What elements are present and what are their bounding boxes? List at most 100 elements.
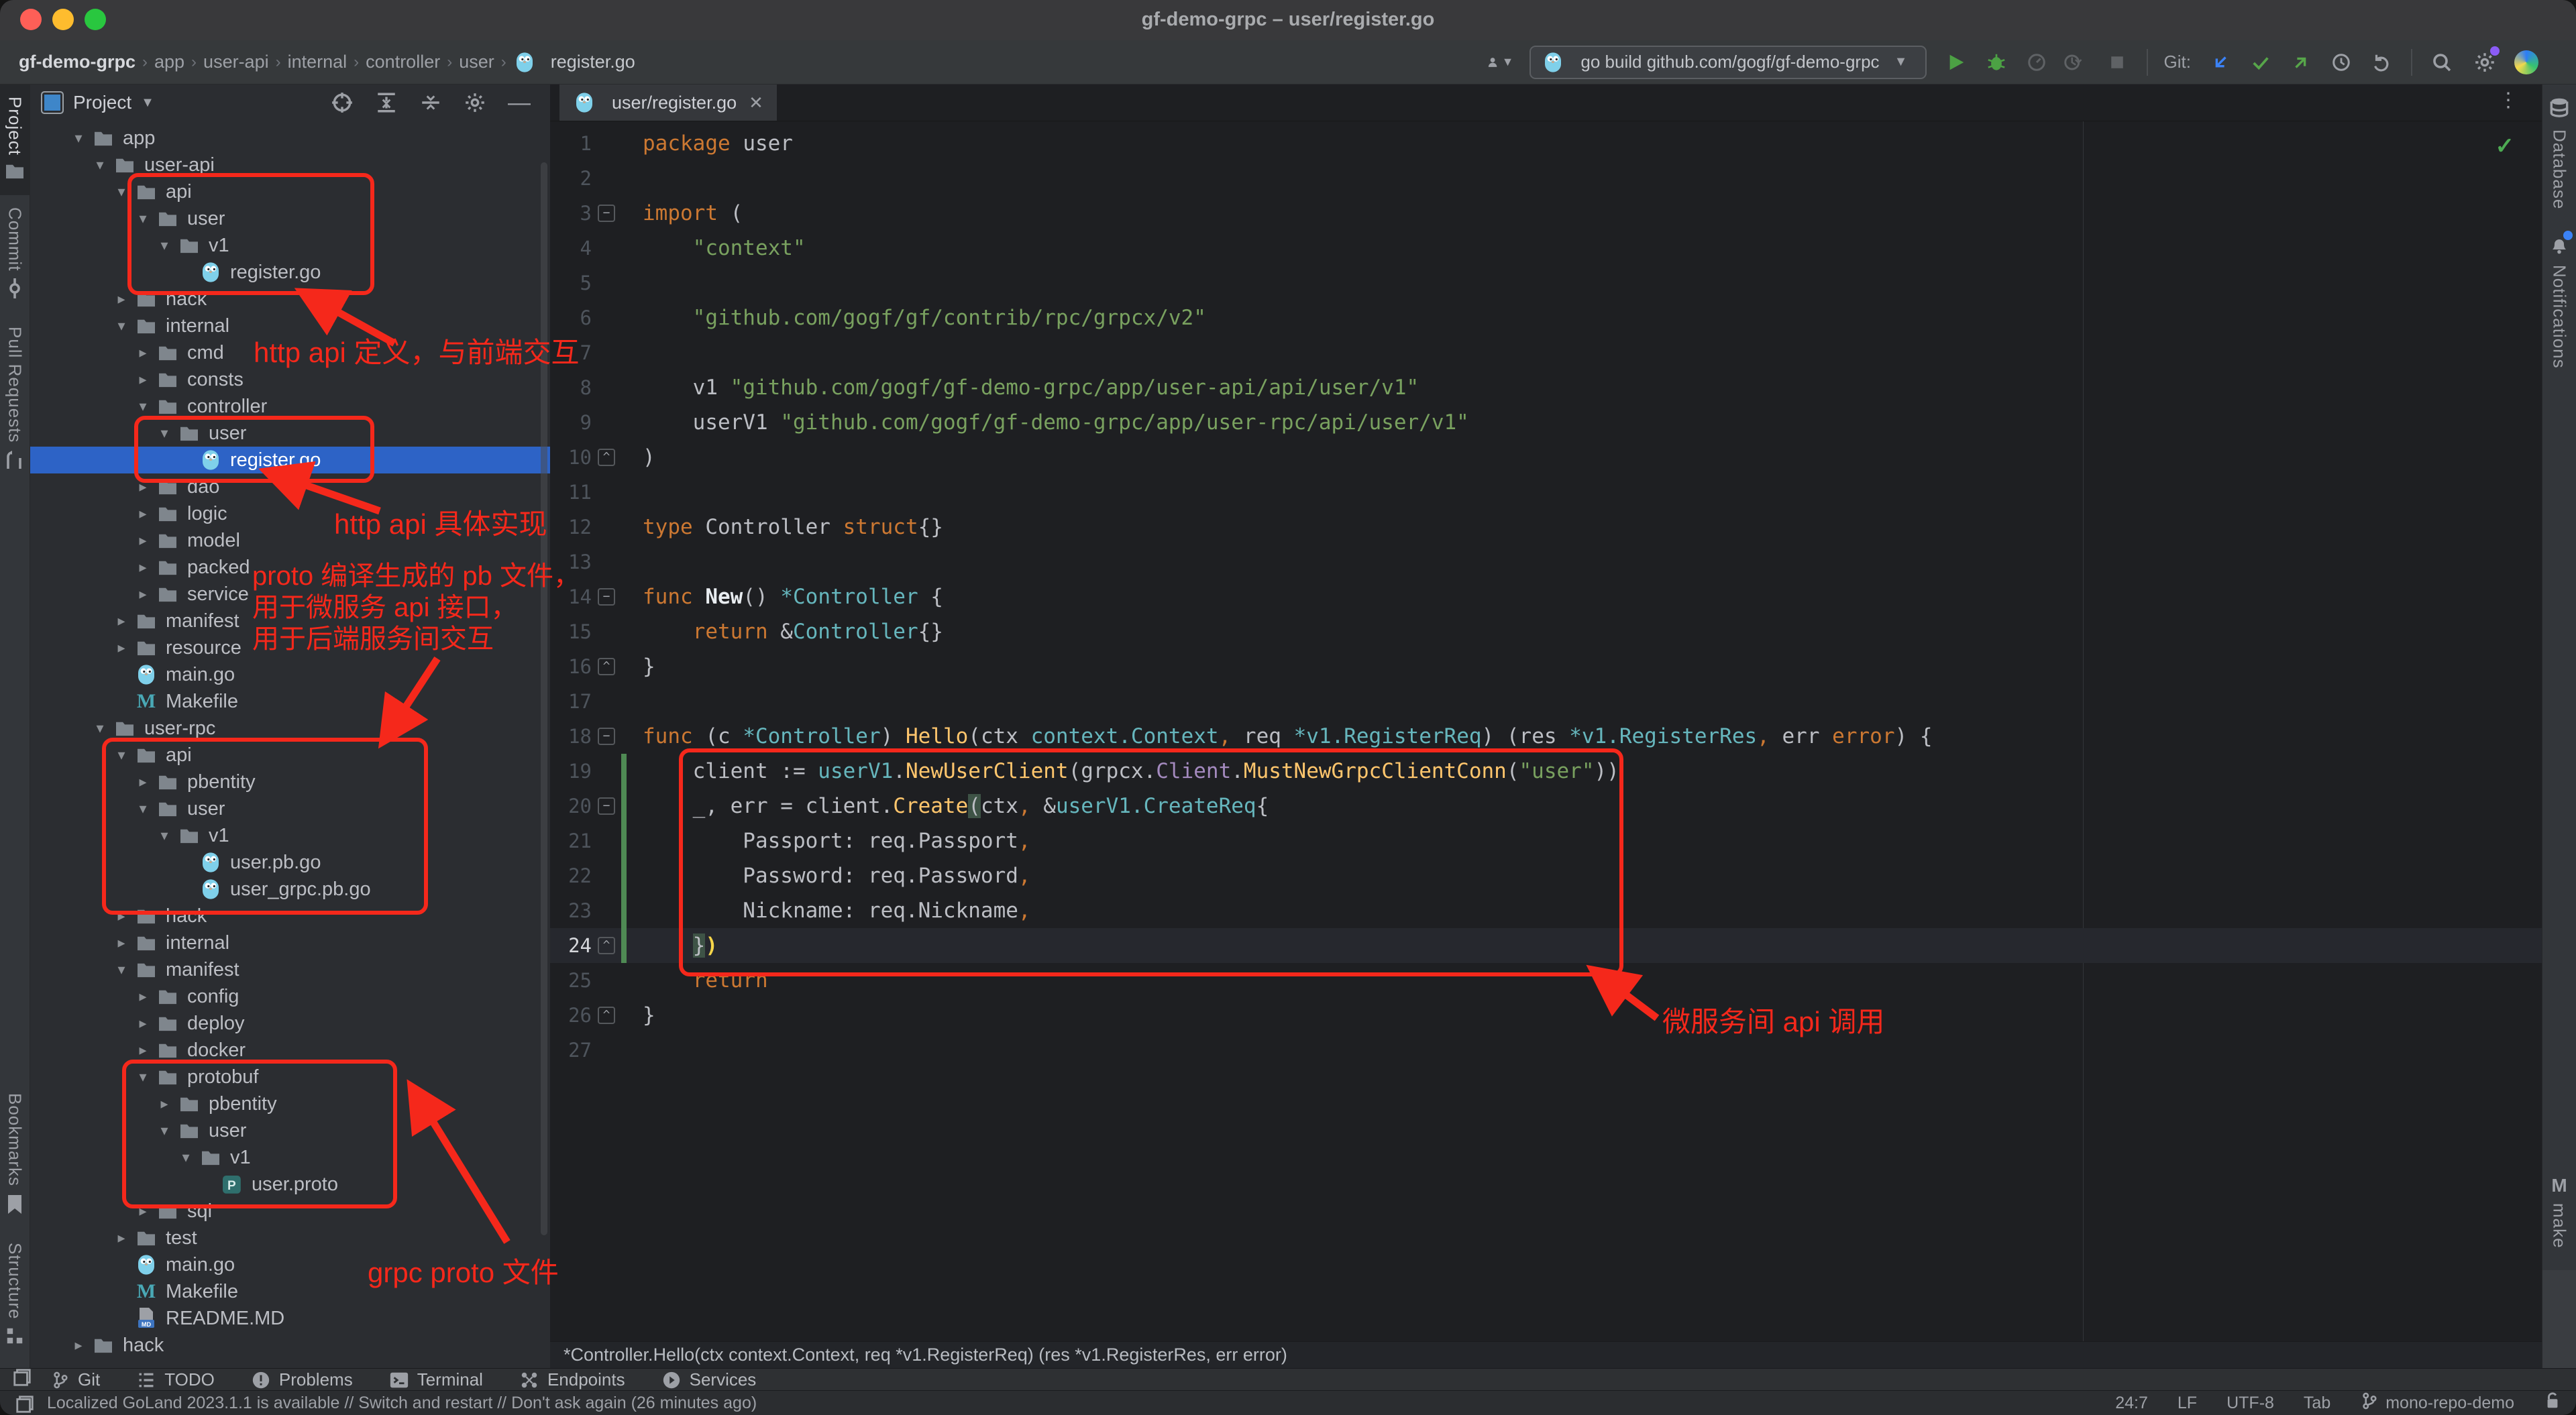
chevron-down-icon[interactable]: ▾: [172, 1149, 199, 1166]
tree-item-user[interactable]: ▾user: [30, 795, 550, 822]
fold-end-icon[interactable]: ^: [598, 937, 615, 954]
tab-user-register-go[interactable]: user/register.go ✕: [559, 84, 777, 121]
git-branch-widget[interactable]: mono-repo-demo: [2360, 1392, 2514, 1415]
toolwindow-button-todo[interactable]: TODO: [136, 1369, 215, 1390]
fold-open-icon[interactable]: −: [598, 588, 615, 606]
chevron-right-icon[interactable]: ▸: [129, 532, 156, 549]
chevron-down-icon[interactable]: ▾: [87, 156, 113, 174]
run-configuration-select[interactable]: go build github.com/gogf/gf-demo-grpc ▼: [1529, 46, 1926, 79]
account-avatar[interactable]: [2514, 50, 2538, 74]
tree-item-hack[interactable]: ▸hack: [30, 903, 550, 929]
close-tab-icon[interactable]: ✕: [749, 93, 763, 113]
tool-strip-item-structure[interactable]: Structure: [0, 1231, 30, 1362]
collaborate-user-icon[interactable]: ▼: [1487, 49, 1513, 76]
tree-item-register.go[interactable]: register.go: [30, 259, 550, 286]
collapse-all-icon[interactable]: [417, 89, 444, 116]
tree-item-register.go[interactable]: register.go: [30, 447, 550, 473]
chevron-right-icon[interactable]: ▸: [129, 1041, 156, 1059]
hide-panel-icon[interactable]: —: [506, 89, 533, 116]
tree-item-manifest[interactable]: ▸manifest: [30, 608, 550, 634]
git-update-button[interactable]: [2207, 49, 2234, 76]
breadcrumb-item[interactable]: app: [154, 52, 184, 72]
toolwindow-button-git[interactable]: Git: [51, 1369, 100, 1390]
tree-item-app[interactable]: ▾app: [30, 125, 550, 152]
code-line-12[interactable]: 12type Controller struct{}: [550, 510, 2542, 545]
rollback-button[interactable]: [2368, 49, 2395, 76]
project-panel-title[interactable]: Project: [73, 92, 131, 113]
breadcrumb-project-name[interactable]: gf-demo-grpc: [19, 52, 136, 72]
fold-end-icon[interactable]: ^: [598, 449, 615, 466]
tree-item-packed[interactable]: ▸packed: [30, 554, 550, 581]
tree-item-user-api[interactable]: ▾user-api: [30, 152, 550, 178]
chevron-right-icon[interactable]: ▸: [129, 585, 156, 603]
code-line-17[interactable]: 17: [550, 684, 2542, 719]
git-push-button[interactable]: [2288, 49, 2314, 76]
tree-item-makefile[interactable]: MMakefile: [30, 1278, 550, 1305]
chevron-down-icon[interactable]: ▾: [87, 720, 113, 737]
tree-item-user-rpc[interactable]: ▾user-rpc: [30, 715, 550, 742]
tree-item-consts[interactable]: ▸consts: [30, 366, 550, 393]
tool-strip-item-commit[interactable]: Commit: [0, 195, 30, 315]
tree-item-api[interactable]: ▾api: [30, 742, 550, 769]
select-opened-file-icon[interactable]: [329, 89, 356, 116]
stop-button[interactable]: [2104, 49, 2131, 76]
chevron-down-icon[interactable]: ▾: [129, 800, 156, 817]
tree-scrollbar[interactable]: [541, 162, 547, 1235]
tree-item-internal[interactable]: ▾internal: [30, 313, 550, 339]
line-separator[interactable]: LF: [2178, 1394, 2197, 1413]
tree-item-pbentity[interactable]: ▸pbentity: [30, 769, 550, 795]
chevron-right-icon[interactable]: ▸: [108, 907, 135, 925]
tree-item-user.proto[interactable]: Puser.proto: [30, 1171, 550, 1198]
fold-end-icon[interactable]: ^: [598, 1007, 615, 1024]
tool-strip-item-project[interactable]: Project: [0, 84, 30, 195]
code-line-13[interactable]: 13: [550, 545, 2542, 579]
chevron-down-icon[interactable]: ▾: [108, 961, 135, 978]
chevron-right-icon[interactable]: ▸: [129, 371, 156, 388]
caret-position[interactable]: 24:7: [2115, 1394, 2148, 1413]
chevron-right-icon[interactable]: ▸: [129, 988, 156, 1005]
code-line-20[interactable]: 20− _, err = client.Create(ctx, &userV1.…: [550, 789, 2542, 824]
code-line-19[interactable]: 19 client := userV1.NewUserClient(grpcx.…: [550, 754, 2542, 789]
chevron-right-icon[interactable]: ▸: [108, 612, 135, 630]
tool-windows-icon[interactable]: [12, 1367, 32, 1392]
chevron-right-icon[interactable]: ▸: [129, 478, 156, 496]
tree-item-user[interactable]: ▾user: [30, 205, 550, 232]
tree-item-v1[interactable]: ▾v1: [30, 232, 550, 259]
tree-item-hack[interactable]: ▸hack: [30, 286, 550, 313]
chevron-down-icon[interactable]: ▾: [151, 827, 178, 844]
tree-item-test[interactable]: ▸test: [30, 1225, 550, 1251]
tree-item-config[interactable]: ▸config: [30, 983, 550, 1010]
chevron-right-icon[interactable]: ▸: [108, 934, 135, 952]
code-line-26[interactable]: 26^}: [550, 998, 2542, 1033]
code-line-23[interactable]: 23 Nickname: req.Nickname,: [550, 893, 2542, 928]
settings-gear-icon[interactable]: [2471, 49, 2498, 76]
tree-item-logic[interactable]: ▸logic: [30, 500, 550, 527]
coverage-button[interactable]: [2063, 49, 2090, 76]
run-button[interactable]: [1943, 49, 1970, 76]
breadcrumb[interactable]: gf-demo-grpc ›app›user-api›internal›cont…: [19, 52, 635, 73]
toolwindow-button-problems[interactable]: Problems: [251, 1369, 353, 1390]
tree-item-user.pb.go[interactable]: user.pb.go: [30, 849, 550, 876]
history-button[interactable]: [2328, 49, 2355, 76]
code-line-9[interactable]: 9 userV1 "github.com/gogf/gf-demo-grpc/a…: [550, 405, 2542, 440]
tool-strip-item-make[interactable]: Mmake: [2542, 1163, 2576, 1261]
code-line-8[interactable]: 8 v1 "github.com/gogf/gf-demo-grpc/app/u…: [550, 370, 2542, 405]
chevron-down-icon[interactable]: ▾: [65, 129, 92, 147]
unlock-icon[interactable]: [2544, 1392, 2561, 1415]
code-line-11[interactable]: 11: [550, 475, 2542, 510]
chevron-down-icon[interactable]: ▾: [151, 1122, 178, 1139]
git-commit-button[interactable]: [2247, 49, 2274, 76]
code-line-1[interactable]: 1package user: [550, 126, 2542, 161]
panel-options-gear-icon[interactable]: [462, 89, 488, 116]
tree-item-service[interactable]: ▸service: [30, 581, 550, 608]
fold-open-icon[interactable]: −: [598, 205, 615, 222]
tool-strip-item-bookmarks[interactable]: Bookmarks: [0, 1081, 30, 1230]
status-message[interactable]: Localized GoLand 2023.1.1 is available /…: [47, 1394, 757, 1413]
chevron-down-icon[interactable]: ▾: [129, 398, 156, 415]
tree-item-hack[interactable]: ▸hack: [30, 1332, 550, 1359]
code-line-22[interactable]: 22 Password: req.Password,: [550, 858, 2542, 893]
chevron-right-icon[interactable]: ▸: [129, 559, 156, 576]
chevron-right-icon[interactable]: ▸: [65, 1337, 92, 1354]
breadcrumb-item[interactable]: user: [459, 52, 494, 72]
chevron-down-icon[interactable]: ▾: [129, 1068, 156, 1086]
